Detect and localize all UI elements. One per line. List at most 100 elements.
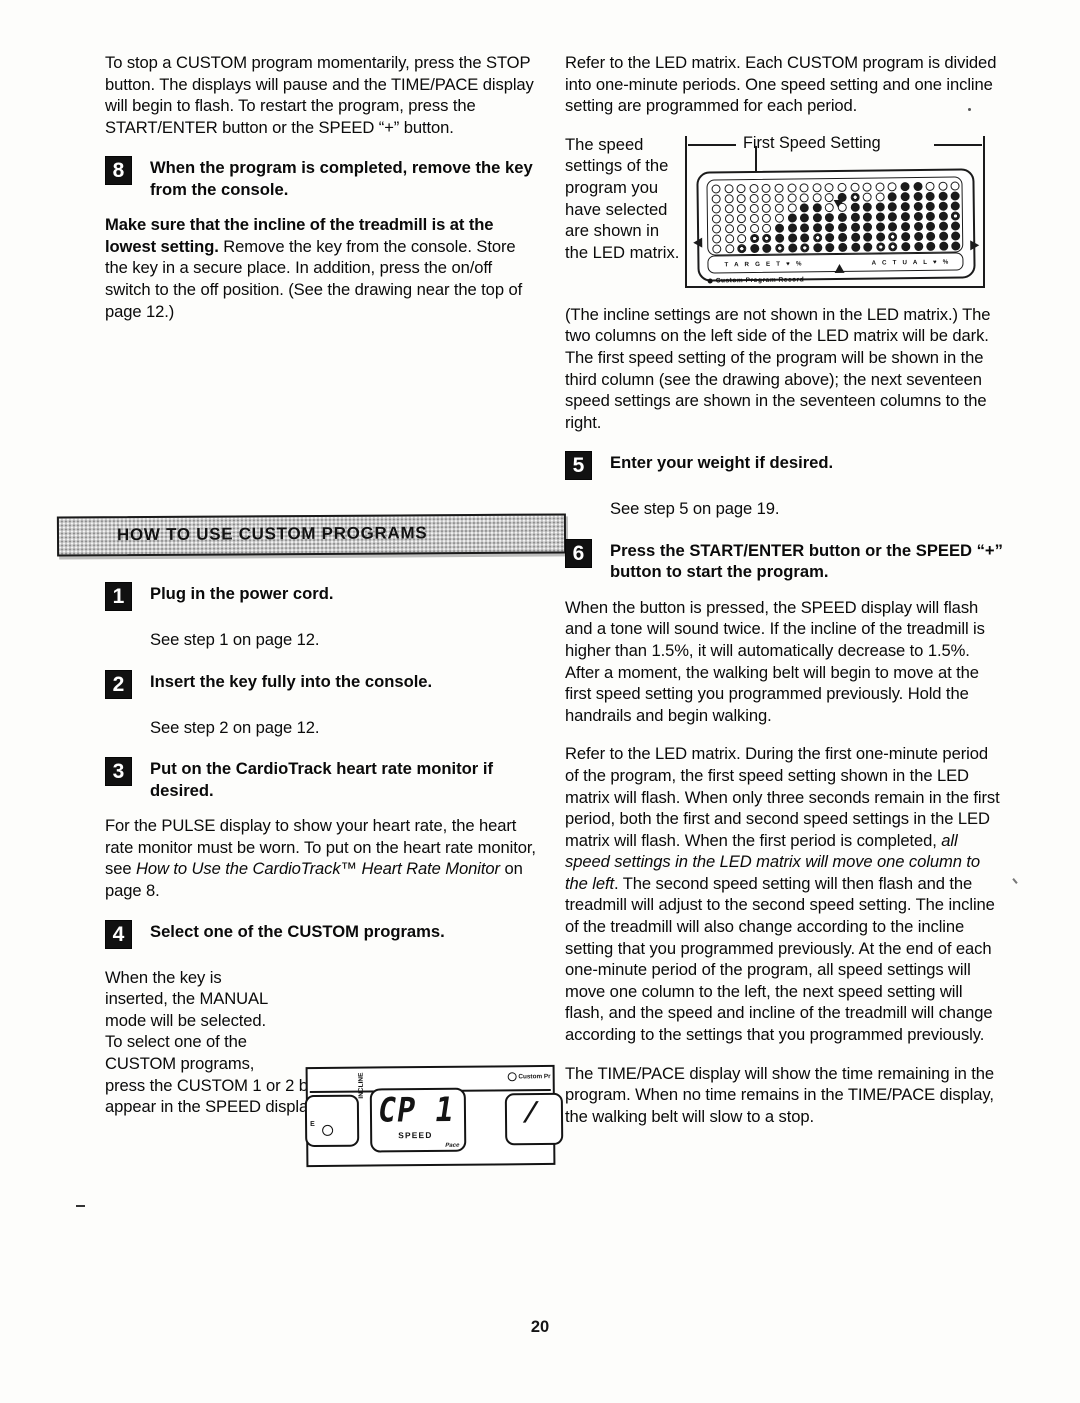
led-dot — [799, 182, 809, 192]
led-dot — [938, 230, 948, 241]
led-dot — [875, 241, 886, 251]
scan-artifact-dash — [76, 1205, 85, 1207]
led-dot — [837, 202, 847, 212]
step-3-text: Put on the CardioTrack heart rate monito… — [150, 759, 493, 800]
led-dot — [800, 222, 810, 232]
led-dot — [913, 221, 923, 231]
led-dot — [762, 213, 772, 223]
step-number-badge: 1 — [105, 582, 132, 612]
led-dot — [888, 241, 898, 251]
led-dot — [736, 203, 747, 213]
led-dot — [875, 191, 885, 201]
led-dot — [938, 200, 948, 211]
led-dot — [838, 242, 848, 252]
step-1: 1 Plug in the power cord. — [105, 581, 537, 615]
led-dot — [800, 232, 810, 242]
section-banner: HOW TO USE CUSTOM PROGRAMS — [56, 513, 567, 557]
step-3-note: For the PULSE display to show your heart… — [105, 815, 537, 901]
led-dot — [926, 241, 936, 251]
console-body: Custom Pr E INCLINE CP 1 SPEED Pace / — [304, 1064, 564, 1168]
step-number-badge: 8 — [105, 156, 132, 186]
led-dot — [863, 221, 873, 231]
led-dot — [812, 212, 822, 222]
led-dot — [749, 203, 759, 213]
led-dot — [887, 181, 897, 191]
step-1-text: Plug in the power cord. — [150, 584, 334, 604]
led-dot — [912, 181, 923, 191]
step-8: 8 When the program is completed, remove … — [105, 155, 537, 200]
led-dot — [913, 201, 923, 211]
incline-label: INCLINE — [357, 1072, 365, 1099]
step-5-text: Enter your weight if desired. — [610, 453, 834, 473]
led-dot — [761, 193, 772, 203]
step-number-badge: 4 — [105, 919, 132, 949]
led-dot — [824, 182, 834, 192]
custom-program-indicator: Custom Pr — [507, 1072, 551, 1082]
led-dot — [799, 192, 809, 202]
led-dot — [749, 223, 759, 233]
led-dot — [850, 221, 860, 232]
led-dot — [787, 182, 797, 192]
step-6: 6 Press the START/ENTER button or the SP… — [565, 538, 1005, 583]
led-dot — [737, 233, 747, 243]
led-dot — [926, 231, 936, 241]
led-dot — [950, 180, 960, 190]
page-number: 20 — [530, 1318, 550, 1336]
section-banner-title: HOW TO USE CUSTOM PROGRAMS — [116, 523, 428, 545]
led-dot — [787, 222, 797, 232]
time-pace-paragraph: The TIME/PACE display will show the time… — [565, 1063, 994, 1126]
led-dot — [875, 221, 885, 231]
led-dot — [711, 223, 722, 233]
led-dot — [888, 211, 898, 221]
matrix-explanation-paragraph: (The incline settings are not shown in t… — [565, 304, 991, 432]
led-dot — [762, 203, 772, 213]
speed-display-value: CP 1 — [375, 1090, 458, 1131]
led-dot — [749, 213, 759, 223]
step-5-note: See step 5 on page 19. — [610, 499, 780, 519]
led-dot — [900, 191, 910, 201]
refer-part-a: Refer to the LED matrix. During the firs… — [565, 744, 1000, 850]
led-dot — [875, 211, 885, 221]
step-4-text: Select one of the CUSTOM programs. — [150, 921, 445, 941]
led-dot — [825, 212, 835, 222]
led-dot — [812, 242, 823, 252]
led-matrix-screen — [706, 176, 964, 256]
led-dot — [787, 242, 797, 252]
step-8-text: When the program is completed, remove th… — [150, 158, 533, 199]
led-dot — [850, 191, 860, 202]
led-dot — [762, 223, 772, 233]
led-dot — [913, 231, 923, 241]
led-dot — [762, 243, 772, 253]
led-dot — [925, 191, 935, 201]
led-dot — [787, 192, 797, 202]
led-dot — [900, 201, 910, 211]
led-matrix-figure: First Speed Setting T A R G E T ♥ % A C … — [685, 134, 985, 288]
led-dot — [711, 193, 721, 203]
led-dot — [724, 213, 734, 223]
led-dot — [787, 202, 797, 212]
document-page: To stop a CUSTOM program momentarily, pr… — [0, 0, 1080, 1403]
led-dot — [774, 192, 784, 203]
led-dot — [901, 241, 911, 251]
led-dot — [875, 231, 885, 241]
led-dot — [724, 233, 734, 243]
led-dot — [926, 221, 936, 231]
scan-artifact-mark — [1012, 878, 1018, 884]
step-3: 3 Put on the CardioTrack heart rate moni… — [105, 756, 537, 801]
led-dot — [863, 231, 873, 241]
led-dot — [812, 182, 822, 192]
led-dot — [774, 222, 785, 233]
button-pressed-paragraph: When the button is pressed, the SPEED di… — [565, 597, 985, 725]
led-dot — [875, 181, 885, 191]
arrow-right-icon — [970, 240, 980, 251]
step-2-note: See step 2 on page 12. — [150, 717, 320, 737]
right-intro-paragraph: Refer to the LED matrix. Each CUSTOM pro… — [565, 53, 997, 116]
figure-wrap-spacer — [287, 967, 537, 1073]
led-dot — [824, 192, 835, 202]
led-dot — [762, 233, 772, 243]
refer-part-b: . The second speed setting will then fla… — [565, 873, 995, 1045]
led-dot — [724, 183, 734, 193]
speed-display: CP 1 SPEED Pace — [369, 1087, 467, 1153]
led-dot — [724, 223, 734, 233]
led-dot — [938, 220, 948, 231]
